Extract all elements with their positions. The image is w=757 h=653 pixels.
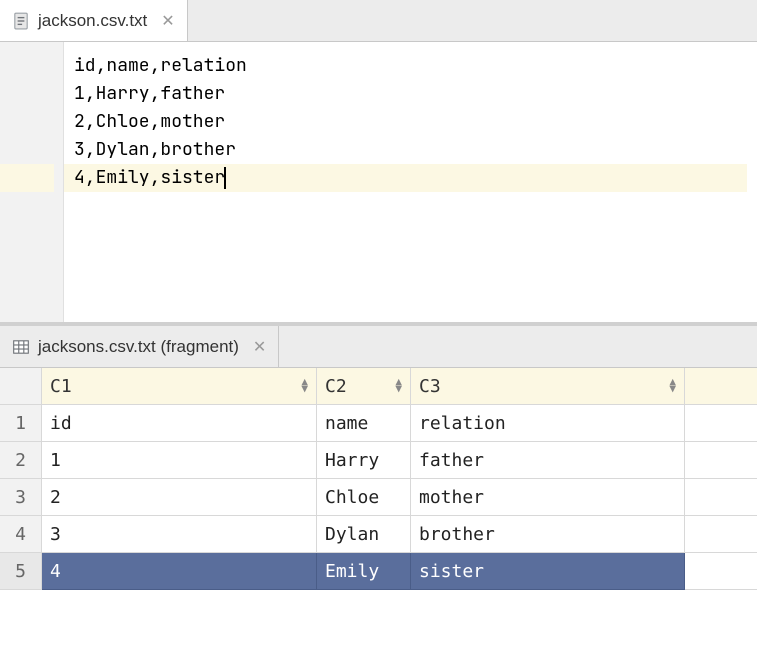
row-number-cell[interactable]: 4 [0,516,42,553]
column-header-label: C2 [325,376,347,397]
close-icon[interactable]: ✕ [247,337,266,357]
grid-cell[interactable]: 3 [42,516,317,553]
grid-cell[interactable]: father [411,442,685,479]
grid-cell[interactable]: Chloe [317,479,411,516]
table-row[interactable]: 32Chloemother [0,479,757,516]
text-editor-pane: jackson.csv.txt ✕ id,name,relation1,Harr… [0,0,757,326]
table-file-icon [12,338,30,356]
grid-header-filler [685,368,757,405]
column-header[interactable]: C3 ▲▼ [411,368,685,405]
grid-cell[interactable]: Dylan [317,516,411,553]
grid-cell[interactable]: 4 [42,553,317,590]
sort-arrows-icon[interactable]: ▲▼ [669,379,676,392]
table-tab-bar: jacksons.csv.txt (fragment) ✕ [0,326,757,368]
row-number-cell[interactable]: 5 [0,553,42,590]
editor-tab-bar: jackson.csv.txt ✕ [0,0,757,42]
grid-header-row: C1 ▲▼ C2 ▲▼ C3 ▲▼ [0,368,757,405]
code-area[interactable]: id,name,relation1,Harry,father2,Chloe,mo… [64,42,757,322]
grid-cell[interactable]: Harry [317,442,411,479]
grid-cell[interactable]: Emily [317,553,411,590]
grid-row-filler [685,405,757,442]
code-line[interactable]: 2,Chloe,mother [74,108,747,136]
column-header[interactable]: C2 ▲▼ [317,368,411,405]
code-line[interactable]: id,name,relation [74,52,747,80]
close-icon[interactable]: ✕ [155,11,174,31]
grid-cell[interactable]: sister [411,553,685,590]
table-view-pane: jacksons.csv.txt (fragment) ✕ C1▲▼C2▲▼C3… [0,326,757,590]
grid-corner-cell [0,368,42,405]
code-line[interactable]: 1,Harry,father [74,80,747,108]
table-row[interactable]: 54Emilysister [0,553,757,590]
grid-cell[interactable]: name [317,405,411,442]
sort-arrows-icon[interactable]: ▲▼ [395,379,402,392]
editor-tab[interactable]: jackson.csv.txt ✕ [0,0,188,41]
row-number-cell[interactable]: 2 [0,442,42,479]
code-line[interactable]: 4,Emily,sister [64,164,747,192]
table-row[interactable]: 1idnamerelation [0,405,757,442]
grid-cell[interactable]: 2 [42,479,317,516]
column-header[interactable]: C1 ▲▼ [42,368,317,405]
grid-row-filler [685,442,757,479]
data-grid: C1▲▼C2▲▼C3▲▼1idnamerelation21Harryfather… [0,368,757,590]
grid-cell[interactable]: relation [411,405,685,442]
editor-body: id,name,relation1,Harry,father2,Chloe,mo… [0,42,757,322]
grid-cell[interactable]: id [42,405,317,442]
code-line[interactable]: 3,Dylan,brother [74,136,747,164]
table-tab-label: jacksons.csv.txt (fragment) [38,337,239,357]
row-number-cell[interactable]: 1 [0,405,42,442]
table-row[interactable]: 21Harryfather [0,442,757,479]
editor-tab-label: jackson.csv.txt [38,11,147,31]
grid-row-filler [685,516,757,553]
grid-row-filler [685,479,757,516]
column-header-label: C1 [50,376,72,397]
grid-row-filler [685,553,757,590]
grid-cell[interactable]: brother [411,516,685,553]
text-caret [224,167,226,189]
grid-cell[interactable]: mother [411,479,685,516]
row-number-cell[interactable]: 3 [0,479,42,516]
column-header-label: C3 [419,376,441,397]
sort-arrows-icon[interactable]: ▲▼ [301,379,308,392]
text-file-icon [12,12,30,30]
table-row[interactable]: 43Dylanbrother [0,516,757,553]
table-tab[interactable]: jacksons.csv.txt (fragment) ✕ [0,326,279,367]
grid-cell[interactable]: 1 [42,442,317,479]
